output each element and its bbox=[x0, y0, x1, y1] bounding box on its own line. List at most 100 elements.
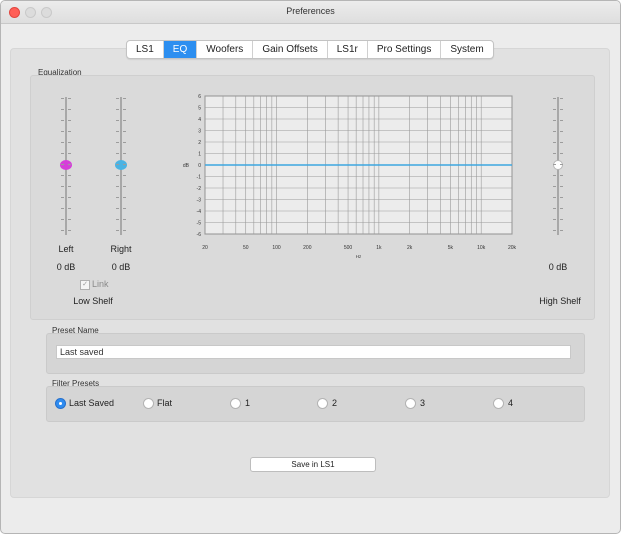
x-tick-label: 20 bbox=[202, 245, 208, 251]
tab-gain-offsets[interactable]: Gain Offsets bbox=[253, 41, 328, 58]
x-tick-label: 5k bbox=[448, 245, 454, 251]
slider-tick bbox=[61, 109, 64, 110]
y-tick-label: 4 bbox=[198, 117, 201, 123]
preset-radio-last-saved[interactable] bbox=[55, 398, 66, 409]
x-tick-label: 20k bbox=[508, 245, 517, 251]
slider-tick bbox=[68, 98, 71, 99]
left-slider-knob[interactable] bbox=[60, 160, 72, 170]
slider-tick bbox=[61, 208, 64, 209]
preset-radio-label: Flat bbox=[157, 398, 173, 408]
slider-tick bbox=[123, 120, 126, 121]
left-gain-value: 0 dB bbox=[56, 262, 76, 272]
slider-tick bbox=[116, 164, 119, 165]
x-tick-label: 500 bbox=[344, 245, 353, 251]
x-tick-label: 10k bbox=[477, 245, 486, 251]
slider-tick bbox=[553, 153, 556, 154]
slider-tick bbox=[553, 164, 556, 165]
slider-tick bbox=[553, 197, 556, 198]
x-tick-label: 200 bbox=[303, 245, 312, 251]
slider-tick bbox=[123, 164, 126, 165]
tab-woofers[interactable]: Woofers bbox=[197, 41, 254, 58]
preset-radio-1[interactable] bbox=[230, 398, 241, 409]
slider-tick bbox=[116, 120, 119, 121]
slider-tick bbox=[553, 230, 556, 231]
slider-tick bbox=[68, 120, 71, 121]
x-tick-label: 100 bbox=[272, 245, 281, 251]
slider-tick bbox=[68, 197, 71, 198]
slider-tick bbox=[68, 131, 71, 132]
x-tick-label: 2k bbox=[407, 245, 413, 251]
slider-tick bbox=[68, 186, 71, 187]
preset-radio-4[interactable] bbox=[493, 398, 504, 409]
y-tick-label: -4 bbox=[197, 209, 202, 215]
slider-tick bbox=[560, 175, 563, 176]
right-slider-knob[interactable] bbox=[115, 160, 127, 170]
tab-eq[interactable]: EQ bbox=[163, 41, 198, 58]
preset-radio-label: 1 bbox=[245, 398, 251, 408]
preset-radio-label: 3 bbox=[420, 398, 426, 408]
slider-tick bbox=[560, 208, 563, 209]
slider-tick bbox=[61, 197, 64, 198]
slider-tick bbox=[61, 142, 64, 143]
slider-tick bbox=[116, 208, 119, 209]
slider-tick bbox=[123, 175, 126, 176]
slider-tick bbox=[68, 219, 71, 220]
slider-tick bbox=[560, 164, 563, 165]
x-axis-label: Hz bbox=[356, 254, 362, 259]
slider-tick bbox=[68, 164, 71, 165]
slider-tick bbox=[123, 197, 126, 198]
slider-tick bbox=[560, 98, 563, 99]
preset-name-input[interactable] bbox=[56, 345, 571, 359]
y-tick-label: 3 bbox=[198, 129, 201, 135]
slider-tick bbox=[116, 109, 119, 110]
slider-tick bbox=[560, 153, 563, 154]
slider-tick bbox=[61, 186, 64, 187]
y-tick-label: -6 bbox=[197, 232, 202, 238]
y-tick-label: 5 bbox=[198, 106, 201, 112]
preset-radio-3[interactable] bbox=[405, 398, 416, 409]
tab-ls1[interactable]: LS1 bbox=[127, 41, 164, 58]
slider-tick bbox=[116, 131, 119, 132]
filter-presets-group bbox=[46, 386, 585, 422]
high-shelf-gain-value: 0 dB bbox=[548, 262, 568, 272]
slider-tick bbox=[123, 142, 126, 143]
y-tick-label: 1 bbox=[198, 152, 201, 158]
slider-tick bbox=[553, 120, 556, 121]
save-in-ls1-button[interactable]: Save in LS1 bbox=[250, 457, 376, 472]
slider-tick bbox=[553, 98, 556, 99]
window-title: Preferences bbox=[286, 6, 335, 16]
tab-pro-settings[interactable]: Pro Settings bbox=[368, 41, 442, 58]
preset-radio-flat[interactable] bbox=[143, 398, 154, 409]
preset-radio-label: 4 bbox=[508, 398, 514, 408]
slider-tick bbox=[116, 197, 119, 198]
slider-tick bbox=[123, 219, 126, 220]
slider-tick bbox=[560, 230, 563, 231]
slider-tick bbox=[560, 109, 563, 110]
slider-tick bbox=[123, 131, 126, 132]
tab-ls1r[interactable]: LS1r bbox=[328, 41, 368, 58]
slider-tick bbox=[553, 175, 556, 176]
slider-tick bbox=[553, 186, 556, 187]
slider-tick bbox=[61, 131, 64, 132]
slider-tick bbox=[68, 230, 71, 231]
slider-tick bbox=[68, 109, 71, 110]
link-checkbox[interactable]: ✓ bbox=[80, 280, 90, 290]
preset-radio-2[interactable] bbox=[317, 398, 328, 409]
slider-tick bbox=[61, 153, 64, 154]
y-tick-label: -2 bbox=[197, 186, 202, 192]
high-shelf-slider-knob[interactable] bbox=[553, 160, 563, 170]
slider-tick bbox=[553, 109, 556, 110]
slider-tick bbox=[116, 219, 119, 220]
slider-tick bbox=[123, 186, 126, 187]
link-label: Link bbox=[92, 279, 109, 289]
y-tick-label: 6 bbox=[198, 94, 201, 100]
slider-tick bbox=[560, 142, 563, 143]
tab-system[interactable]: System bbox=[441, 41, 492, 58]
high-shelf-label: High Shelf bbox=[539, 296, 581, 306]
slider-tick bbox=[68, 142, 71, 143]
y-tick-label: -5 bbox=[197, 221, 202, 227]
slider-tick bbox=[61, 98, 64, 99]
slider-tick bbox=[116, 153, 119, 154]
y-tick-label: 2 bbox=[198, 140, 201, 146]
slider-tick bbox=[123, 98, 126, 99]
